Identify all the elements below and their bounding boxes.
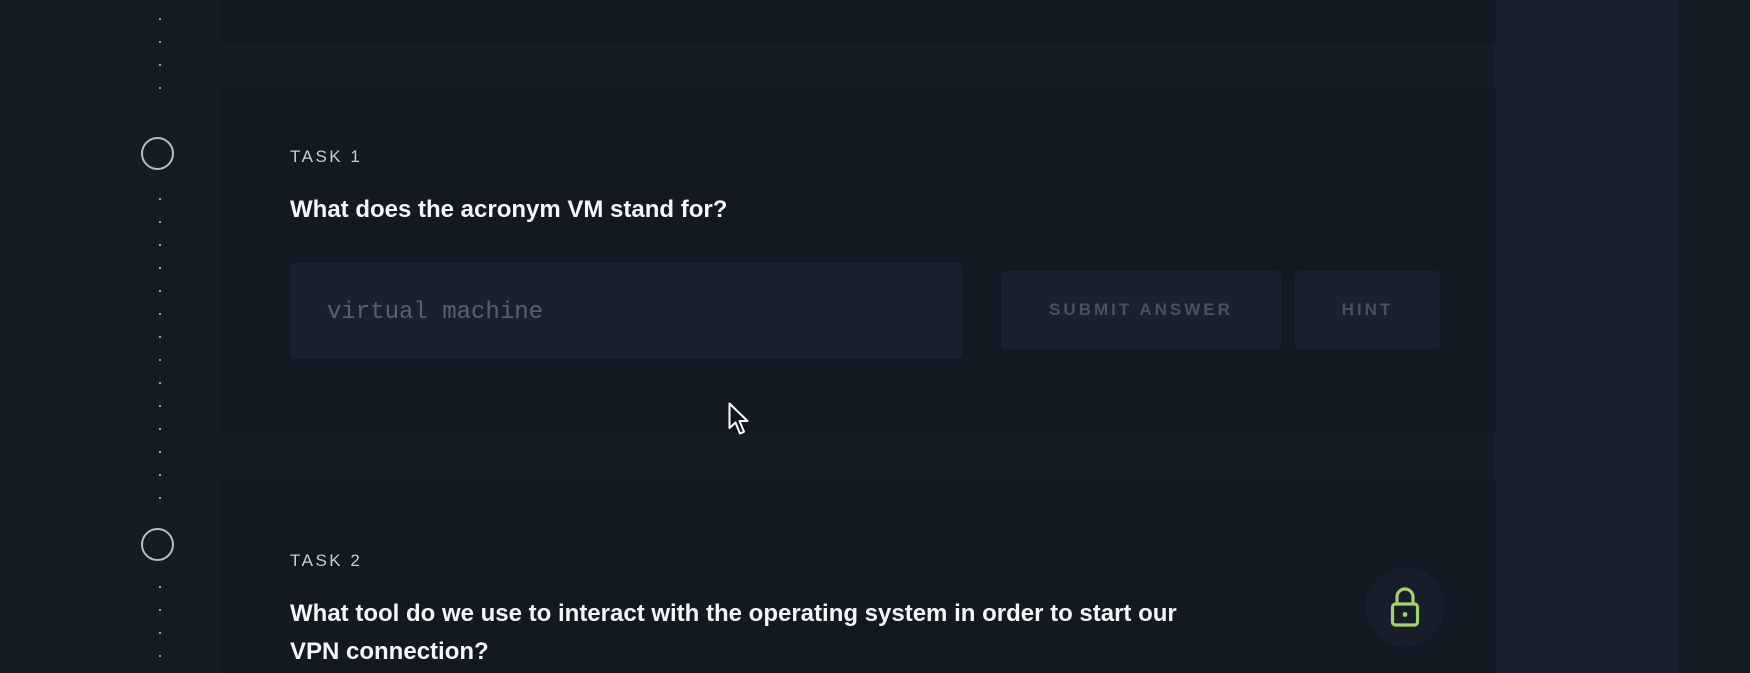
task-2-label: TASK 2 [290,551,363,570]
progress-dot [159,313,161,315]
task-2-status-circle [141,528,174,561]
progress-dot [159,655,161,657]
task-1-card: TASK 1 What does the acronym VM stand fo… [220,87,1496,433]
task-1-answer-input[interactable]: virtual machine [290,263,962,359]
task-2-card: TASK 2 What tool do we use to interact w… [220,479,1496,673]
right-side-panel [1494,0,1679,673]
progress-dot [159,41,161,43]
progress-dot [159,428,161,430]
progress-dot [159,336,161,338]
progress-dot [159,474,161,476]
progress-dot [159,64,161,66]
task-progress-rail [130,0,190,673]
progress-dot [159,632,161,634]
progress-dot [159,451,161,453]
progress-dot [159,87,161,89]
task-1-status-circle [141,137,174,170]
progress-dot [159,359,161,361]
progress-dot [159,586,161,588]
progress-dot [159,497,161,499]
task-1-question: What does the acronym VM stand for? [290,196,728,223]
progress-dot [159,198,161,200]
previous-task-card [220,0,1496,42]
task-1-label: TASK 1 [290,147,363,166]
progress-dot [159,244,161,246]
right-edge-panel [1679,0,1750,673]
progress-dot [159,609,161,611]
progress-dot [159,221,161,223]
progress-dot [159,267,161,269]
task-2-lock-button[interactable] [1365,567,1445,647]
task-2-question: What tool do we use to interact with the… [290,595,1177,671]
task-2-question-line-2: VPN connection? [290,638,489,665]
progress-dot [159,382,161,384]
progress-dot [159,18,161,20]
progress-dot [159,405,161,407]
lock-icon [1390,587,1420,627]
submit-answer-button[interactable]: SUBMIT ANSWER [1001,271,1281,349]
task-1-answer-value: virtual machine [327,299,544,326]
task-2-question-line-1: What tool do we use to interact with the… [290,600,1177,627]
mouse-pointer-icon [728,402,749,435]
hint-button[interactable]: HINT [1295,271,1440,349]
progress-dot [159,290,161,292]
